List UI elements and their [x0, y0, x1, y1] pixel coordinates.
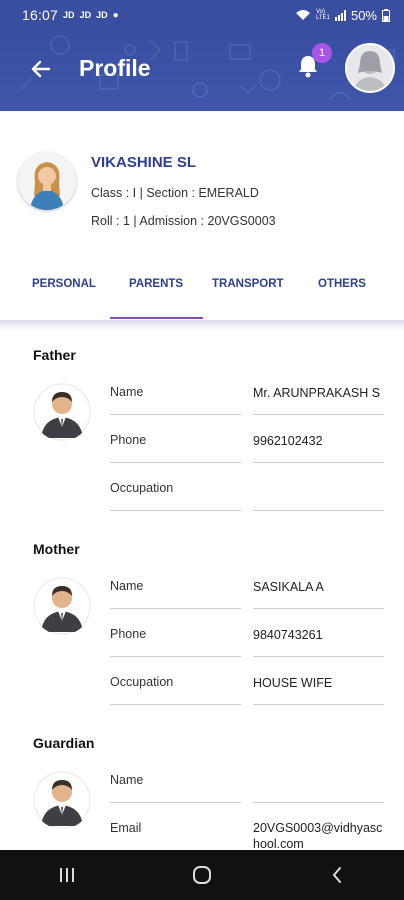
header-doodle-pattern [19, 35, 395, 101]
field-divider [110, 462, 241, 463]
guardian-email-value: 20VGS0003@vidhyaschool.com [253, 821, 383, 851]
student-photo [18, 152, 76, 210]
field-divider [110, 510, 241, 511]
arrow-left-icon [31, 60, 51, 78]
back-button[interactable] [26, 54, 56, 84]
field-divider [110, 802, 241, 803]
field-divider [253, 462, 384, 463]
student-name: VIKASHINE SL [91, 154, 197, 171]
field-divider [110, 414, 241, 415]
father-avatar [33, 383, 91, 441]
status-right: Vo) LTE1 50% [295, 8, 390, 23]
home-icon [192, 866, 211, 884]
tab-transport[interactable]: TRANSPORT [212, 278, 284, 290]
mother-avatar [33, 577, 91, 635]
father-phone-value: 9962102432 [253, 434, 323, 448]
app-header: Profile 1 [0, 30, 404, 111]
system-nav-bar [0, 850, 404, 900]
guardian-avatar [33, 771, 91, 829]
father-phone-label: Phone [110, 433, 147, 447]
nav-back-button[interactable] [317, 860, 357, 890]
recent-apps-icon [60, 868, 75, 882]
father-section-title: Father [33, 347, 76, 363]
mother-name-value: SASIKALA A [253, 580, 324, 594]
student-class-section: Class : I | Section : EMERALD [91, 186, 259, 200]
wifi-icon [295, 10, 310, 20]
field-divider [110, 704, 241, 705]
network-label: Vo) LTE1 [315, 9, 330, 21]
mother-phone-label: Phone [110, 627, 147, 641]
tab-parents[interactable]: PARENTS [129, 278, 183, 290]
profile-tabs: PERSONAL PARENTS TRANSPORT OTHERS [0, 266, 404, 322]
tabs-divider [0, 320, 404, 330]
field-divider [110, 608, 241, 609]
battery-percent: 50% [350, 7, 377, 23]
battery-icon [382, 8, 390, 22]
student-roll-admission: Roll : 1 | Admission : 20VGS0003 [91, 214, 276, 228]
father-name-value: Mr. ARUNPRAKASH S [253, 386, 381, 400]
mother-occupation-value: HOUSE WIFE [253, 676, 333, 690]
status-bar: 16:07 JD JD JD ● Vo) LTE1 50% [0, 0, 404, 30]
recent-apps-button[interactable] [47, 860, 87, 890]
field-divider [253, 704, 384, 705]
field-divider [253, 608, 384, 609]
tab-others[interactable]: OTHERS [318, 278, 366, 290]
notification-badge: 1 [312, 43, 332, 63]
user-avatar-icon [347, 45, 393, 91]
guardian-email-label: Email [110, 821, 142, 835]
signal-icon [334, 9, 346, 21]
field-divider [253, 656, 384, 657]
field-divider [110, 656, 241, 657]
status-indicator: JD [63, 10, 75, 20]
field-divider [253, 510, 384, 511]
home-button[interactable] [182, 860, 222, 890]
back-icon [332, 867, 341, 883]
page-title: Profile [79, 55, 151, 81]
student-avatar-icon [18, 152, 76, 210]
field-divider [253, 802, 384, 803]
student-card: VIKASHINE SL Class : I | Section : EMERA… [0, 140, 404, 240]
mother-section-title: Mother [33, 541, 80, 557]
father-occupation-label: Occupation [110, 481, 174, 495]
header-avatar[interactable] [345, 43, 395, 93]
status-dot-icon: ● [112, 9, 119, 21]
mother-phone-value: 9840743261 [253, 628, 323, 642]
father-name-label: Name [110, 385, 144, 399]
guardian-section-title: Guardian [33, 735, 95, 751]
male-avatar-icon [33, 383, 91, 441]
status-indicator: JD [96, 10, 108, 20]
guardian-name-label: Name [110, 773, 144, 787]
status-time: 16:07 [22, 7, 59, 23]
mother-occupation-label: Occupation [110, 675, 174, 689]
active-tab-indicator [110, 317, 203, 319]
tab-personal[interactable]: PERSONAL [32, 278, 96, 290]
male-avatar-icon [33, 577, 91, 635]
status-indicator: JD [79, 10, 92, 20]
male-avatar-icon [33, 771, 91, 829]
mother-name-label: Name [110, 579, 144, 593]
field-divider [253, 414, 384, 415]
